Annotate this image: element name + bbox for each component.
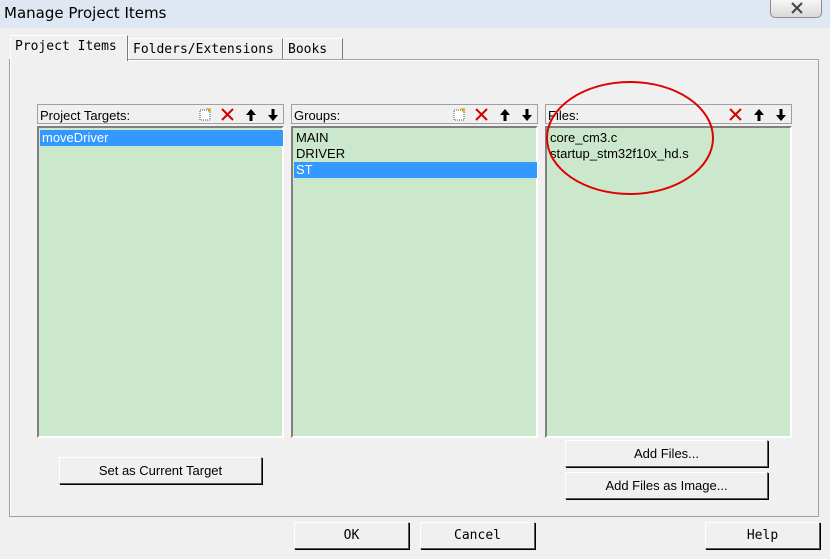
window-title: Manage Project Items <box>4 4 167 22</box>
list-item-group[interactable]: DRIVER <box>294 146 537 162</box>
targets-list[interactable]: moveDriver <box>37 126 284 438</box>
groups-label: Groups: <box>294 108 341 123</box>
tab-project-items[interactable]: Project Items <box>10 35 128 61</box>
title-bar: Manage Project Items <box>0 0 830 28</box>
delete-icon[interactable] <box>219 107 237 122</box>
groups-header: Groups: <box>291 104 538 124</box>
move-up-icon[interactable] <box>242 107 260 122</box>
add-files-as-image-button[interactable]: Add Files as Image... <box>565 472 768 499</box>
delete-icon[interactable] <box>473 107 491 122</box>
targets-label: Project Targets: <box>40 108 131 123</box>
files-list[interactable]: core_cm3.c startup_stm32f10x_hd.s <box>545 126 792 438</box>
cancel-button[interactable]: Cancel <box>420 522 535 549</box>
groups-list[interactable]: MAIN DRIVER ST <box>291 126 538 438</box>
set-current-target-button[interactable]: Set as Current Target <box>59 457 262 484</box>
new-item-icon[interactable] <box>450 107 468 122</box>
tab-label: Folders/Extensions <box>133 42 274 57</box>
files-header: Files: <box>545 104 792 124</box>
list-item-file[interactable]: core_cm3.c <box>548 130 791 146</box>
move-down-icon[interactable] <box>772 107 790 122</box>
tab-folders-extensions[interactable]: Folders/Extensions <box>128 38 283 60</box>
list-item-file[interactable]: startup_stm32f10x_hd.s <box>548 146 791 162</box>
move-down-icon[interactable] <box>264 107 282 122</box>
list-item-group[interactable]: ST <box>294 162 537 178</box>
files-label: Files: <box>548 108 580 123</box>
move-up-icon[interactable] <box>750 107 768 122</box>
list-item-target[interactable]: moveDriver <box>40 130 283 146</box>
tab-label: Project Items <box>15 39 117 54</box>
add-files-button[interactable]: Add Files... <box>565 440 768 467</box>
tab-label: Books <box>288 42 328 57</box>
move-down-icon[interactable] <box>518 107 536 122</box>
close-button[interactable] <box>770 0 822 18</box>
new-item-icon[interactable] <box>196 107 214 122</box>
delete-icon[interactable] <box>727 107 745 122</box>
help-button[interactable]: Help <box>705 522 820 549</box>
tab-books[interactable]: Books <box>283 38 343 60</box>
close-icon <box>791 2 803 14</box>
move-up-icon[interactable] <box>496 107 514 122</box>
targets-header: Project Targets: <box>37 104 284 124</box>
list-item-group[interactable]: MAIN <box>294 130 537 146</box>
ok-button[interactable]: OK <box>294 522 409 549</box>
